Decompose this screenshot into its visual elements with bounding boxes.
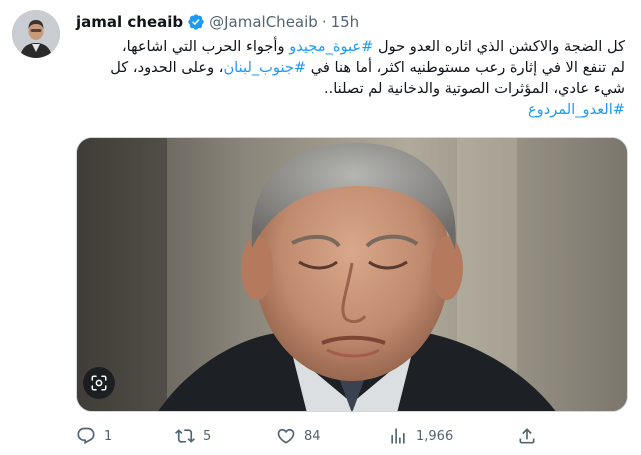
tweet-timestamp[interactable]: 15h	[331, 13, 360, 31]
views-button[interactable]: 1,966	[388, 426, 453, 446]
tweet-photo[interactable]	[76, 137, 628, 412]
tweet-text-line: كل الضجة والاكشن الذي اثاره العدو حول #ع…	[76, 36, 625, 57]
retweet-count: 5	[203, 428, 212, 444]
scan-icon	[90, 374, 108, 392]
views-count: 1,966	[416, 428, 454, 444]
tweet-actions: 1 5 84 1,966	[76, 424, 546, 448]
like-count: 84	[304, 428, 321, 444]
reply-icon	[76, 426, 96, 446]
tweet-text-line: شيء عادي، المؤثرات الصوتية والدخانية لم …	[323, 80, 625, 97]
tweet[interactable]: jamal cheaib @JamalCheaib · 15h كل الضجة…	[0, 0, 641, 455]
author-name[interactable]: jamal cheaib	[76, 13, 183, 31]
separator-dot: ·	[321, 13, 327, 31]
heart-icon	[276, 426, 296, 446]
tweet-text: كل الضجة والاكشن الذي اثاره العدو حول #ع…	[76, 36, 625, 120]
hashtag-link[interactable]: #عبوة_مجيدو	[289, 38, 373, 55]
text-segment: لم تنفع الا في إثارة رعب مستوطنيه اكثر، …	[306, 59, 625, 76]
tweet-text-line: لم تنفع الا في إثارة رعب مستوطنيه اكثر، …	[76, 57, 625, 78]
verified-badge-icon[interactable]	[187, 13, 205, 31]
text-segment: كل الضجة والاكشن الذي اثاره العدو حول	[373, 38, 625, 55]
share-button[interactable]	[517, 426, 537, 446]
photo-scan-button[interactable]	[83, 367, 115, 399]
author-handle[interactable]: @JamalCheaib	[209, 13, 318, 31]
text-segment: وأجواء الحرب التي اشاعها،	[121, 38, 290, 55]
share-icon	[517, 426, 537, 446]
views-chart-icon	[388, 426, 408, 446]
tweet-text-line: #العدو_المردوع	[76, 99, 625, 120]
tweet-header: jamal cheaib @JamalCheaib · 15h	[76, 11, 359, 33]
retweet-icon	[175, 426, 195, 446]
avatar[interactable]	[12, 10, 60, 58]
hashtag-link[interactable]: #جنوب_لبنان	[223, 59, 306, 76]
hashtag-link[interactable]: #العدو_المردوع	[528, 101, 625, 118]
text-segment: ، وعلى الحدود، كل	[110, 59, 224, 76]
photo-image	[77, 138, 627, 411]
retweet-button[interactable]: 5	[175, 426, 211, 446]
reply-count: 1	[104, 428, 113, 444]
like-button[interactable]: 84	[276, 426, 321, 446]
reply-button[interactable]: 1	[76, 426, 112, 446]
